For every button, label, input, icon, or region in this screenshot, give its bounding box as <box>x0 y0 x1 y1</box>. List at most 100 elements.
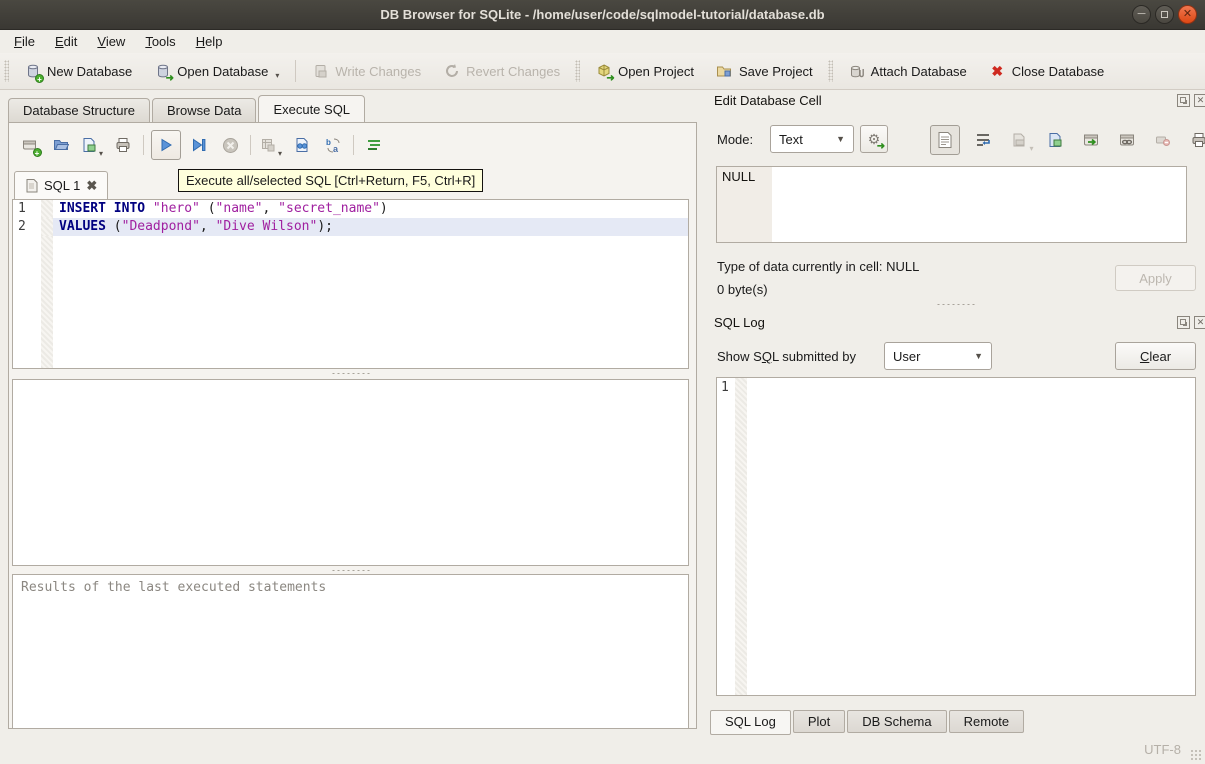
set-null-button <box>1150 127 1176 153</box>
open-project-button[interactable]: ➜ Open Project <box>587 59 702 84</box>
import-file-button[interactable] <box>1042 127 1068 153</box>
clear-log-button[interactable]: Clear <box>1115 342 1196 370</box>
tab-db-schema[interactable]: DB Schema <box>847 710 946 733</box>
save-sql-file-icon <box>81 137 98 154</box>
splitter-handle[interactable] <box>706 301 1205 307</box>
toolbar-grip[interactable] <box>575 60 580 82</box>
attach-database-label: Attach Database <box>871 64 967 79</box>
format-sql-button[interactable] <box>361 132 387 158</box>
new-database-label: New Database <box>47 64 132 79</box>
tab-plot[interactable]: Plot <box>793 710 845 733</box>
menu-file[interactable]: File <box>4 31 45 52</box>
execute-current-line-button[interactable] <box>186 132 212 158</box>
word-wrap-button[interactable] <box>970 127 996 153</box>
set-null-icon <box>1155 132 1172 149</box>
print-icon <box>115 137 132 154</box>
open-database-dropdown-icon[interactable]: ▾ <box>275 71 279 80</box>
cell-value-editor[interactable]: NULL <box>716 166 1187 243</box>
find-button[interactable] <box>289 132 315 158</box>
mode-combobox[interactable]: Text ▼ <box>770 125 854 153</box>
editor-line[interactable]: 2VALUES ("Deadpond", "Dive Wilson"); <box>13 218 688 236</box>
print-sql-button[interactable] <box>110 132 136 158</box>
open-sql-file-icon <box>53 137 70 154</box>
execute-sql-panel: + ▾ <box>8 122 697 729</box>
sql-tab[interactable]: SQL 1 ✖ <box>14 171 108 199</box>
attach-database-button[interactable]: Attach Database <box>840 59 975 84</box>
revert-changes-icon <box>443 63 460 80</box>
tab-database-structure[interactable]: Database Structure <box>8 98 150 122</box>
sql-tab-bar: SQL 1 ✖ <box>12 171 108 199</box>
open-database-label: Open Database <box>177 64 268 79</box>
menu-help[interactable]: Help <box>186 31 233 52</box>
app-window: DB Browser for SQLite - /home/user/code/… <box>0 0 1205 764</box>
save-project-button[interactable]: Save Project <box>708 59 821 84</box>
save-results-button: ▾ <box>258 132 284 158</box>
dock-close-icon[interactable]: ✕ <box>1194 94 1205 107</box>
execution-results-pane[interactable]: Results of the last executed statements <box>12 574 689 729</box>
save-sql-file-button[interactable]: ▾ <box>79 132 105 158</box>
revert-changes-label: Revert Changes <box>466 64 560 79</box>
new-tab-button[interactable]: + <box>17 132 43 158</box>
execute-sql-button[interactable] <box>151 130 181 160</box>
new-database-button[interactable]: + New Database <box>16 59 140 84</box>
export-file-button[interactable] <box>1078 127 1104 153</box>
tab-browse-data[interactable]: Browse Data <box>152 98 256 122</box>
sql-log-view[interactable]: 1 <box>716 377 1196 696</box>
main-toolbar: + New Database ➜ Open Database ▾ Write C… <box>0 53 1205 90</box>
close-button[interactable]: ✕ <box>1178 5 1197 24</box>
menu-tools[interactable]: Tools <box>135 31 185 52</box>
resize-grip[interactable] <box>1190 749 1202 761</box>
sql-tab-label: SQL 1 <box>44 178 80 193</box>
save-sql-dropdown-icon[interactable]: ▾ <box>99 149 103 158</box>
open-sql-file-button[interactable] <box>48 132 74 158</box>
text-mode-button[interactable] <box>930 125 960 155</box>
menu-view[interactable]: View <box>87 31 135 52</box>
sql-editor-toolbar: + ▾ <box>17 129 387 161</box>
find-replace-button[interactable]: ba <box>320 132 346 158</box>
open-database-icon: ➜ <box>154 63 171 80</box>
splitter-handle[interactable] <box>9 567 692 573</box>
dock-close-icon[interactable]: ✕ <box>1194 316 1205 329</box>
menu-edit[interactable]: Edit <box>45 31 87 52</box>
toolbar-grip[interactable] <box>4 60 9 82</box>
open-database-button[interactable]: ➜ Open Database ▾ <box>146 59 287 84</box>
sql-editor[interactable]: 1INSERT INTO "hero" ("name", "secret_nam… <box>12 199 689 369</box>
chevron-down-icon: ▼ <box>974 351 983 361</box>
print-cell-button[interactable] <box>1186 127 1205 153</box>
main-tab-bar: Database Structure Browse Data Execute S… <box>8 96 367 122</box>
tab-sql-log[interactable]: SQL Log <box>710 710 791 735</box>
revert-changes-button: Revert Changes <box>435 59 568 84</box>
dock-float-icon[interactable] <box>1177 94 1190 107</box>
write-changes-icon <box>312 63 329 80</box>
toolbar-separator <box>295 60 296 82</box>
open-in-editor-icon: ▾ <box>1011 132 1028 149</box>
log-line-number: 1 <box>717 378 735 695</box>
close-database-icon: ✖ <box>989 63 1006 80</box>
tab-remote[interactable]: Remote <box>949 710 1025 733</box>
dock-float-icon[interactable] <box>1177 316 1190 329</box>
maximize-button[interactable] <box>1155 5 1174 24</box>
save-results-icon <box>260 137 277 154</box>
editor-line[interactable]: 1INSERT INTO "hero" ("name", "secret_nam… <box>13 200 688 218</box>
menubar: File Edit View Tools Help <box>0 30 1205 53</box>
new-tab-icon: + <box>22 137 39 154</box>
auto-apply-button[interactable]: ⚙➜ <box>860 125 888 153</box>
tab-execute-sql[interactable]: Execute SQL <box>258 95 365 122</box>
sql-tab-close-icon[interactable]: ✖ <box>86 178 97 194</box>
results-grid-pane[interactable] <box>12 379 689 566</box>
splitter-handle[interactable] <box>9 370 692 376</box>
maximize-icon <box>1161 11 1168 18</box>
find-icon <box>294 137 311 154</box>
print-icon <box>1191 132 1205 149</box>
save-project-label: Save Project <box>739 64 813 79</box>
write-changes-label: Write Changes <box>335 64 421 79</box>
attach-database-icon <box>848 63 865 80</box>
sql-log-filter-combobox[interactable]: User ▼ <box>884 342 992 370</box>
toolbar-grip[interactable] <box>828 60 833 82</box>
execute-sql-tooltip: Execute all/selected SQL [Ctrl+Return, F… <box>178 169 483 192</box>
close-database-button[interactable]: ✖ Close Database <box>981 59 1113 84</box>
execute-sql-icon <box>158 137 175 154</box>
auto-apply-gear-icon: ⚙➜ <box>866 131 883 148</box>
minimize-button[interactable]: ─ <box>1132 5 1151 24</box>
edit-cell-toolbar: ▾ <box>930 125 1205 155</box>
